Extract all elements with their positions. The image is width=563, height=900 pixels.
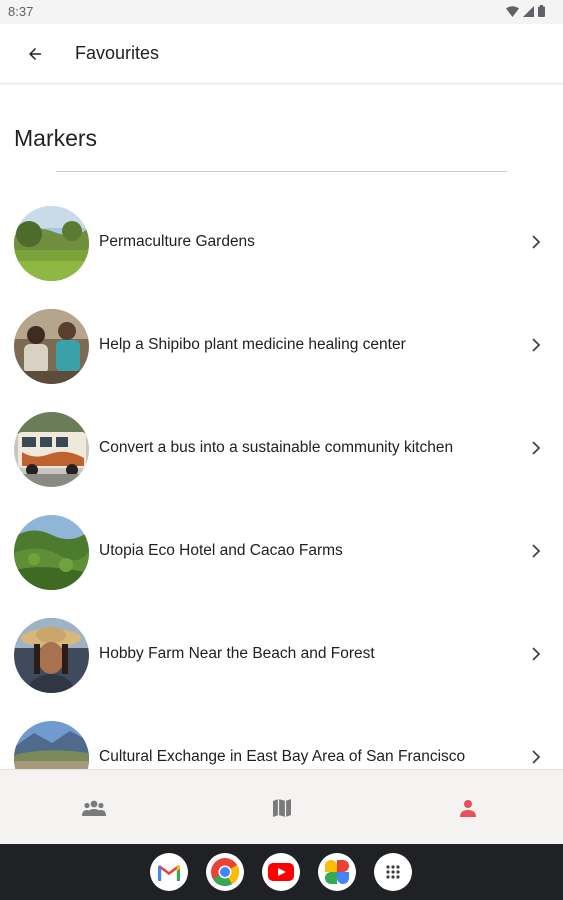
marker-thumbnail — [14, 309, 89, 384]
marker-item-bus-community-kitchen[interactable]: Convert a bus into a sustainable communi… — [0, 409, 563, 499]
marker-label: Help a Shipibo plant medicine healing ce… — [99, 336, 406, 353]
nav-profile[interactable] — [454, 796, 482, 820]
app-drawer-icon — [386, 865, 400, 879]
status-time: 8:37 — [8, 4, 34, 19]
marker-label: Permaculture Gardens — [99, 233, 255, 250]
gmail-icon — [158, 864, 180, 881]
nav-map[interactable] — [268, 796, 296, 820]
chevron-right-icon — [532, 338, 541, 352]
map-icon — [273, 799, 291, 817]
wifi-icon — [506, 5, 519, 17]
marker-label: Hobby Farm Near the Beach and Forest — [99, 645, 375, 662]
youtube-app[interactable] — [262, 853, 300, 891]
chevron-right-icon — [532, 441, 541, 455]
battery-icon — [538, 5, 545, 17]
marker-thumbnail — [14, 206, 89, 281]
people-icon — [82, 800, 106, 816]
app-bar: Favourites — [0, 24, 563, 84]
marker-item-cultural-exchange[interactable]: Cultural Exchange in East Bay Area of Sa… — [0, 718, 563, 769]
page-title: Favourites — [75, 43, 160, 63]
marker-item-shipibo-healing-center[interactable]: Help a Shipibo plant medicine healing ce… — [0, 306, 563, 396]
chevron-right-icon — [532, 750, 541, 764]
status-bar: 8:37 — [0, 0, 563, 24]
arrow-left-icon — [29, 48, 41, 60]
chevron-right-icon — [532, 544, 541, 558]
marker-thumbnail — [14, 412, 89, 487]
chevron-right-icon — [532, 235, 541, 249]
marker-label: Convert a bus into a sustainable communi… — [99, 439, 454, 456]
app-drawer[interactable] — [374, 853, 412, 891]
marker-thumbnail — [14, 721, 89, 769]
back-button[interactable] — [22, 41, 48, 67]
marker-thumbnail — [14, 618, 89, 693]
chevron-right-icon — [532, 647, 541, 661]
marker-label: Cultural Exchange in East Bay Area of Sa… — [99, 748, 466, 765]
marker-thumbnail — [14, 515, 89, 590]
chrome-app[interactable] — [206, 853, 244, 891]
photos-icon — [325, 860, 349, 884]
gmail-app[interactable] — [150, 853, 188, 891]
person-icon — [460, 800, 476, 817]
bottom-navigation — [0, 769, 563, 844]
marker-label: Utopia Eco Hotel and Cacao Farms — [99, 542, 343, 559]
system-dock — [0, 844, 563, 900]
favourites-content[interactable]: Markers Permaculture Gardens Help a Ship… — [0, 85, 563, 769]
marker-item-utopia-eco-hotel[interactable]: Utopia Eco Hotel and Cacao Farms — [0, 512, 563, 602]
chrome-icon — [211, 858, 239, 886]
youtube-icon — [268, 863, 294, 881]
signal-icon — [523, 5, 534, 17]
section-title: Markers — [14, 125, 98, 151]
status-icons — [506, 5, 545, 17]
section-divider — [56, 171, 507, 172]
nav-community[interactable] — [80, 796, 108, 820]
photos-app[interactable] — [318, 853, 356, 891]
marker-item-permaculture-gardens[interactable]: Permaculture Gardens — [0, 203, 563, 293]
marker-item-hobby-farm[interactable]: Hobby Farm Near the Beach and Forest — [0, 615, 563, 705]
